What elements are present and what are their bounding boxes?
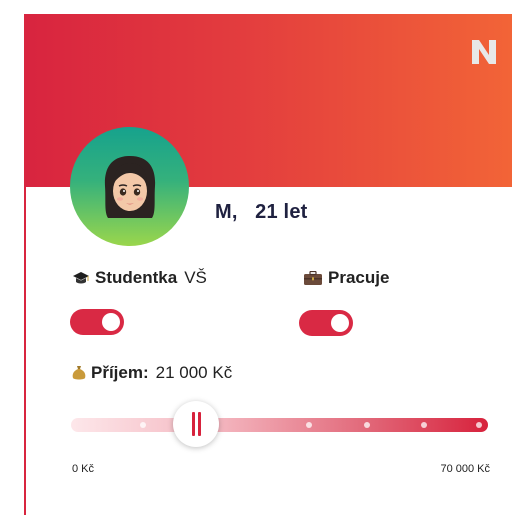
avatar <box>70 127 189 246</box>
brand-logo <box>468 36 500 68</box>
work-toggle[interactable] <box>299 310 353 336</box>
student-status-label: Studentka VŠ <box>72 268 207 288</box>
woman-emoji-avatar-icon <box>104 155 155 218</box>
slider-grip-icon <box>191 412 201 436</box>
graduation-cap-icon <box>73 272 89 284</box>
slider-step-dot <box>421 422 427 428</box>
student-toggle-knob <box>102 313 120 331</box>
student-detail: VŠ <box>184 268 207 287</box>
briefcase-icon <box>304 270 322 285</box>
student-toggle[interactable] <box>70 309 124 335</box>
work-label: Pracuje <box>328 268 390 287</box>
income-slider-handle[interactable] <box>173 401 220 447</box>
slider-step-dot <box>364 422 370 428</box>
income-label: Příjem: 21 000 Kč <box>72 363 232 383</box>
work-status-label: Pracuje <box>303 268 389 288</box>
income-title: Příjem: <box>91 363 149 382</box>
profile-identity: M, 21 let <box>215 201 308 224</box>
slider-step-dot <box>306 422 312 428</box>
income-value: 21 000 Kč <box>155 363 233 382</box>
income-min-label: 0 Kč <box>72 463 95 475</box>
work-toggle-knob <box>331 314 349 332</box>
student-label: Studentka <box>95 268 178 287</box>
profile-gender: M, <box>215 201 238 223</box>
money-bag-icon <box>72 366 86 380</box>
slider-step-dot <box>476 422 482 428</box>
slider-step-dot <box>140 422 146 428</box>
card-accent-border <box>24 14 26 515</box>
profile-age: 21 let <box>255 201 308 223</box>
n-logo-icon <box>472 40 496 64</box>
income-max-label: 70 000 Kč <box>440 463 490 475</box>
